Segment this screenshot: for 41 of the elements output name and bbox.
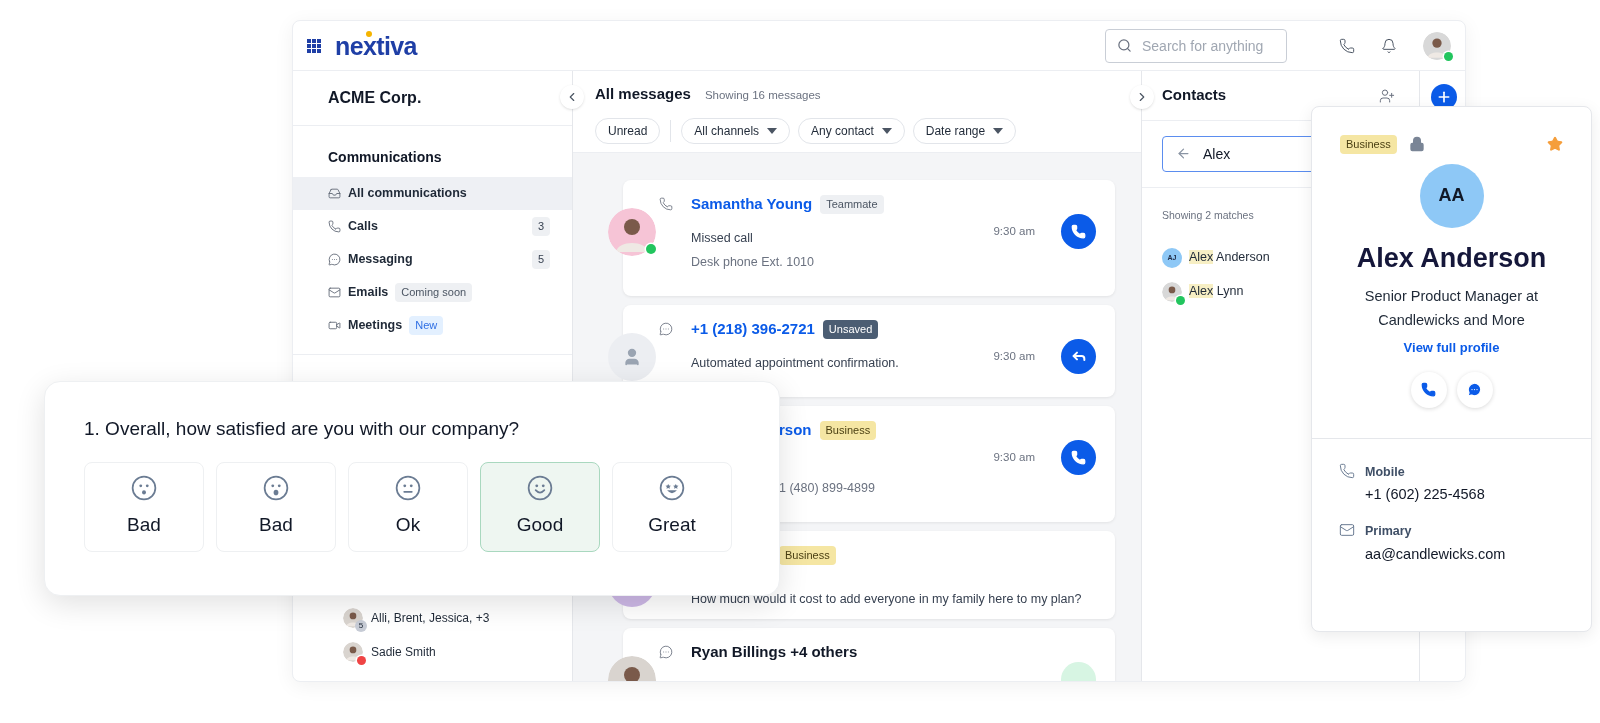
logo: nextiva — [335, 30, 417, 61]
result-count: Showing 2 matches — [1161, 208, 1255, 223]
nav-label: Calls — [348, 218, 378, 236]
detail-value: aa@candlewicks.com — [1365, 544, 1506, 564]
contact-tag: Business — [1340, 135, 1397, 154]
initials-avatar: AA — [1419, 163, 1484, 228]
message-time: 9:30 am — [993, 223, 1035, 239]
count-badge: 5 — [531, 250, 550, 269]
nav-label: All communications — [348, 185, 467, 203]
job-title: Senior Product Manager at Candlewicks and More — [1363, 287, 1540, 330]
message-detail: Desk phone Ext. 1010 — [691, 253, 815, 271]
message-preview: Automated appointment confirmation. — [691, 354, 900, 372]
message-time: 9:30 am — [993, 449, 1035, 465]
nav-label: Emails — [348, 284, 389, 302]
nav-label: Messaging — [348, 251, 413, 269]
section-heading: Communications — [327, 148, 443, 167]
conversation-name: Sadie Smith — [371, 644, 436, 661]
message-preview: Missed call — [691, 229, 754, 247]
survey-question: 1. Overall, how satisfied are you with our company? — [84, 418, 520, 439]
contact-name: Alex Anderson — [1189, 249, 1270, 267]
contact-full-name: Alex Anderson — [1355, 241, 1548, 275]
detail-label: Primary — [1365, 523, 1413, 540]
message-time: 9:30 am — [993, 348, 1035, 364]
count-badge: 3 — [531, 217, 550, 236]
panel-title: Contacts — [1162, 85, 1227, 106]
contact-tag: Business — [819, 421, 877, 440]
detail-value: +1 (602) 225-4568 — [1365, 485, 1485, 505]
nav-label: Meetings — [348, 317, 403, 335]
contact-name: Alex Lynn — [1189, 283, 1244, 301]
message-detail: 1 (480) 899-4899 — [779, 479, 876, 497]
detail-label: Mobile — [1365, 463, 1406, 481]
nav-tag: New — [409, 316, 444, 335]
contact-tag: Unsaved — [822, 320, 879, 339]
nav-tag: Coming soon — [395, 283, 473, 302]
contact-tag: Teammate — [820, 195, 884, 214]
contact-tag: Business — [779, 546, 836, 565]
message-count: Showing 16 messages — [704, 88, 821, 103]
panel-title: All messages — [595, 84, 691, 104]
organization-name: ACME Corp. — [328, 88, 422, 108]
conversation-name: Alli, Brent, Jessica, +3 — [371, 610, 490, 627]
group-count-badge: 5 — [355, 620, 367, 632]
